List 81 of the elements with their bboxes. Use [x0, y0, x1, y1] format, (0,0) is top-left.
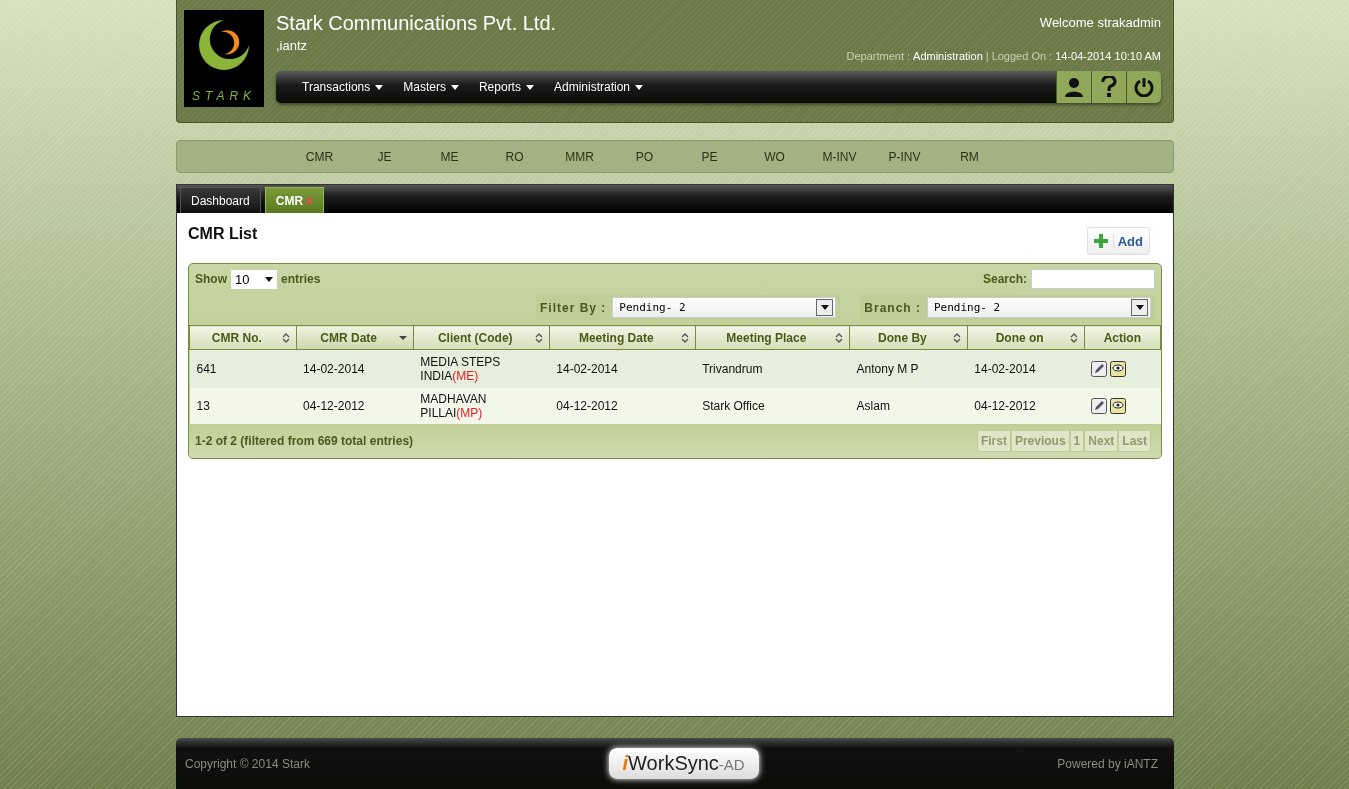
- caret-icon: [635, 84, 643, 90]
- powered-by-text: Powered by iANTZ: [1057, 756, 1158, 771]
- caret-icon: [820, 305, 829, 310]
- table-info: 1-2 of 2 (filtered from 669 total entries): [195, 434, 414, 448]
- menu-item[interactable]: Transactions: [302, 80, 384, 94]
- table-cell: 13: [189, 388, 297, 424]
- product-logo: iWorkSync-AD: [608, 748, 759, 779]
- table-cell: Stark Office: [695, 388, 850, 424]
- search-label: Search:: [982, 272, 1027, 286]
- caret-icon: [1135, 305, 1144, 310]
- table-cell: 14-02-2014: [549, 349, 696, 388]
- department-label: Department :: [846, 50, 911, 62]
- shortcut-link[interactable]: ME: [417, 149, 482, 164]
- logged-on-label: Logged On :: [991, 50, 1053, 62]
- shortcut-link[interactable]: WO: [742, 149, 807, 164]
- table-cell: Antony M P: [849, 349, 968, 388]
- toolbar-button[interactable]: [1126, 71, 1161, 103]
- help-icon: [1101, 76, 1117, 98]
- shortcut-link[interactable]: JE: [352, 149, 417, 164]
- shortcut-link[interactable]: M-INV: [807, 149, 872, 164]
- logo-text: STARK: [191, 89, 257, 103]
- column-header[interactable]: Meeting Place: [695, 325, 850, 350]
- company-subtitle: ,iantz: [276, 38, 309, 53]
- add-button[interactable]: Add: [1086, 227, 1150, 255]
- column-header[interactable]: Done on: [967, 325, 1085, 350]
- page-size-select[interactable]: 10: [231, 269, 277, 289]
- shortcut-link[interactable]: MMR: [547, 149, 612, 164]
- table-cell: 641: [189, 349, 297, 388]
- table-cell: Trivandrum: [695, 349, 850, 388]
- shortcut-link[interactable]: RO: [482, 149, 547, 164]
- menu-item[interactable]: Masters: [403, 80, 459, 94]
- toolbar-button[interactable]: [1091, 71, 1126, 103]
- column-header[interactable]: Done By: [849, 325, 968, 350]
- branch-label: Branch :: [864, 300, 921, 315]
- edit-icon[interactable]: [1091, 361, 1108, 377]
- table-cell: 04-12-2012: [549, 388, 696, 424]
- menu-item[interactable]: Administration: [553, 80, 643, 94]
- column-header[interactable]: Client (Code): [413, 325, 550, 350]
- table-cell: Aslam: [849, 388, 968, 424]
- separator: |: [985, 50, 989, 62]
- shortcut-link[interactable]: PO: [612, 149, 677, 164]
- table-cell: 14-02-2014: [296, 349, 414, 388]
- table-cell: 04-12-2012: [967, 388, 1085, 424]
- caret-icon: [265, 276, 273, 282]
- filter-label: Filter By :: [539, 300, 607, 315]
- filter-select[interactable]: Pending- 2: [612, 297, 837, 318]
- plus-icon: [1093, 234, 1108, 248]
- table-cell: MEDIA STEPS INDIA(ME): [413, 349, 550, 388]
- view-icon[interactable]: [1110, 398, 1128, 414]
- welcome-text: Welcome strakadmin: [1039, 15, 1161, 30]
- entries-label: entries: [281, 272, 321, 286]
- branch-select[interactable]: Pending- 2: [927, 297, 1151, 318]
- shortcut-link[interactable]: P-INV: [872, 149, 937, 164]
- caret-icon: [450, 84, 459, 90]
- logged-on-value: 14-04-2014 10:10 AM: [1055, 50, 1161, 62]
- tab[interactable]: CMR: [264, 187, 325, 213]
- shortcut-link[interactable]: RM: [937, 149, 1002, 164]
- column-header[interactable]: CMR No.: [189, 325, 297, 350]
- page-title: CMR List: [188, 225, 258, 243]
- column-header[interactable]: CMR Date: [296, 325, 414, 350]
- table-cell: 04-12-2012: [296, 388, 414, 424]
- column-header[interactable]: Action: [1084, 325, 1161, 350]
- table-cell: 14-02-2014: [967, 349, 1085, 388]
- user-icon: [1064, 77, 1084, 97]
- menu-item[interactable]: Reports: [478, 80, 534, 94]
- toolbar-button[interactable]: [1056, 71, 1091, 103]
- table-cell: MADHAVAN PILLAI(MP): [413, 388, 550, 424]
- show-label: Show: [195, 272, 227, 286]
- shortcut-link[interactable]: CMR: [287, 149, 352, 164]
- tab[interactable]: Dashboard: [180, 187, 261, 213]
- power-icon: [1134, 77, 1154, 97]
- caret-icon: [525, 84, 534, 90]
- column-header[interactable]: Meeting Date: [549, 325, 696, 350]
- shortcut-link[interactable]: PE: [677, 149, 742, 164]
- caret-icon: [375, 84, 384, 90]
- search-field[interactable]: [1031, 269, 1155, 289]
- view-icon[interactable]: [1110, 361, 1128, 377]
- company-name: Stark Communications Pvt. Ltd.: [276, 12, 557, 35]
- department-value: Administration: [913, 50, 983, 62]
- edit-icon[interactable]: [1091, 398, 1108, 414]
- copyright-text: Copyright © 2014 Stark: [185, 756, 310, 771]
